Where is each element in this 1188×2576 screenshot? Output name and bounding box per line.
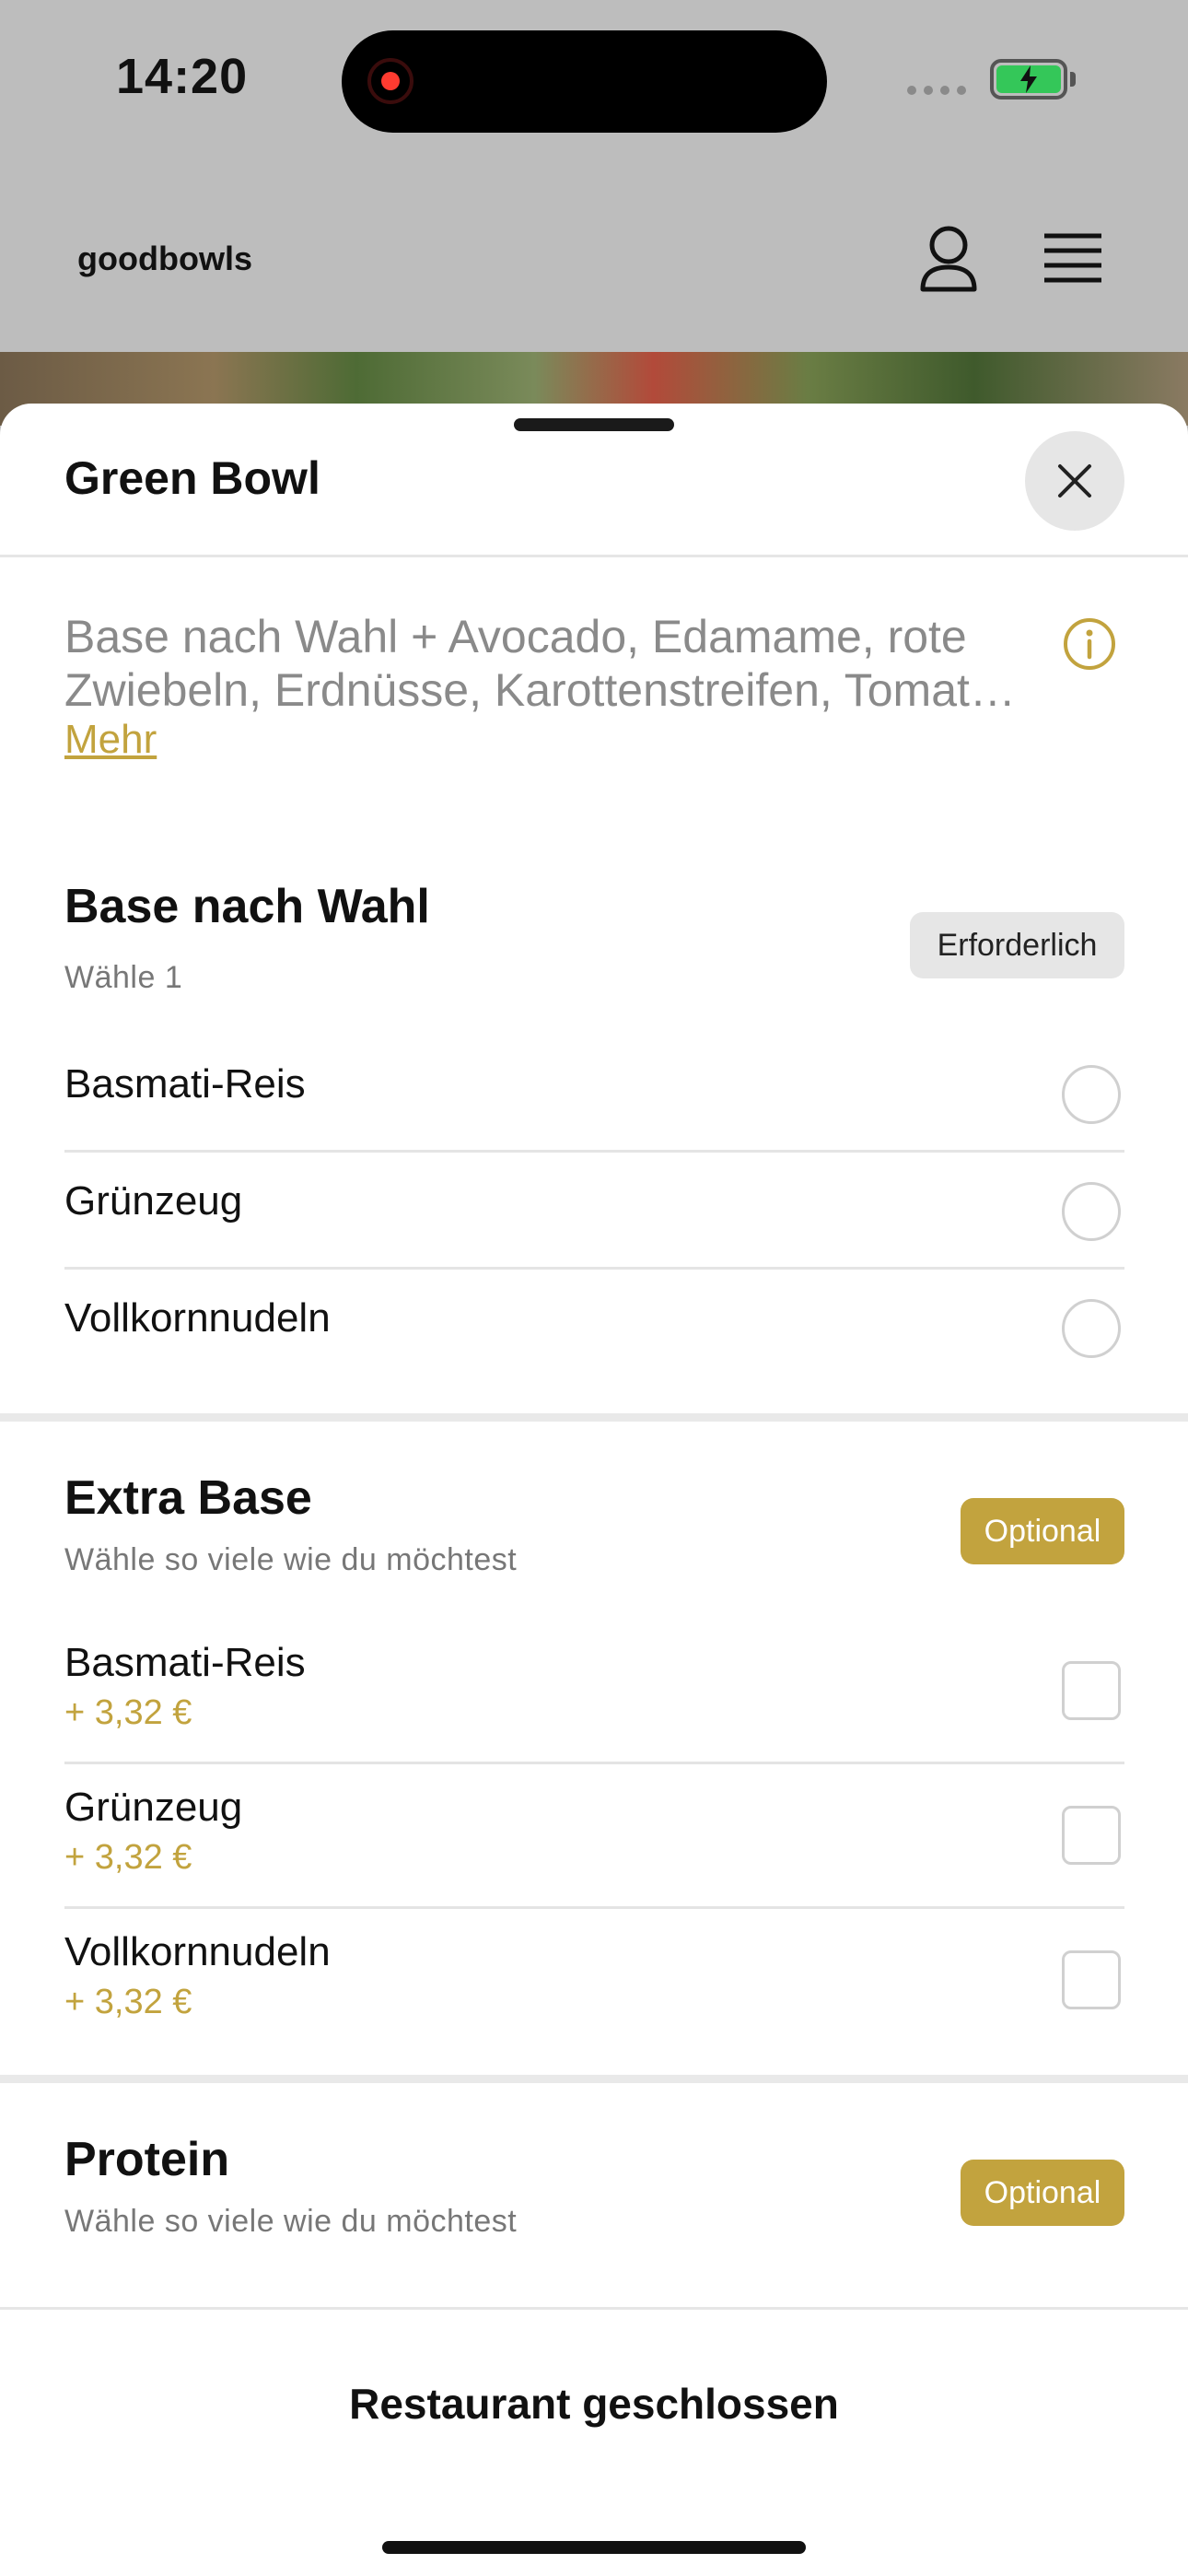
option-label: Vollkornnudeln [64, 1295, 331, 1341]
option-checkbox[interactable] [1062, 1950, 1121, 2009]
option-label: Grünzeug [64, 1785, 243, 1830]
optional-badge: Optional [961, 2160, 1124, 2226]
section-subtitle: Wähle 1 [64, 960, 183, 995]
footer-divider [0, 2307, 1188, 2310]
product-sheet: Green Bowl Base nach Wahl + Avocado, Eda… [0, 404, 1188, 2576]
section-separator [0, 1413, 1188, 1422]
user-icon[interactable] [917, 225, 980, 298]
option-price: + 3,32 € [64, 1693, 192, 1732]
home-indicator[interactable] [382, 2541, 806, 2554]
section-title: Base nach Wahl [64, 880, 430, 933]
more-link[interactable]: Mehr [64, 717, 157, 763]
option-label: Basmati-Reis [64, 1061, 306, 1107]
option-price: + 3,32 € [64, 1838, 192, 1877]
close-icon [1058, 464, 1091, 498]
section-title: Protein [64, 2133, 230, 2186]
signal-icon [907, 86, 966, 95]
option-radio[interactable] [1062, 1065, 1121, 1124]
close-button[interactable] [1025, 431, 1124, 531]
option-checkbox[interactable] [1062, 1661, 1121, 1720]
option-row[interactable]: Grünzeug + 3,32 € [64, 1764, 1124, 1909]
restaurant-status: Restaurant geschlossen [349, 2380, 839, 2428]
battery-cap [1070, 72, 1076, 87]
description-line: Zwiebeln, Erdnüsse, Karottenstreifen, To… [64, 664, 1016, 716]
option-radio[interactable] [1062, 1299, 1121, 1358]
section-subtitle: Wähle so viele wie du möchtest [64, 1542, 518, 1577]
option-row[interactable]: Basmati-Reis [64, 1036, 1124, 1153]
option-row[interactable]: Vollkornnudeln + 3,32 € [64, 1909, 1124, 2054]
record-icon [367, 58, 413, 104]
option-label: Basmati-Reis [64, 1640, 306, 1685]
section-subtitle: Wähle so viele wie du möchtest [64, 2204, 518, 2239]
status-bar: 14:20 [0, 0, 1188, 166]
app-header: goodbowls [0, 166, 1188, 352]
brand-logo[interactable]: goodbowls [77, 240, 252, 278]
product-title: Green Bowl [64, 452, 320, 504]
menu-icon[interactable] [1042, 232, 1103, 288]
status-time: 14:20 [116, 49, 249, 104]
info-icon[interactable] [1062, 616, 1117, 676]
battery-icon [990, 59, 1067, 100]
description-line: Base nach Wahl + Avocado, Edamame, rote [64, 611, 967, 662]
divider [0, 555, 1188, 557]
option-checkbox[interactable] [1062, 1806, 1121, 1865]
option-row[interactable]: Grünzeug [64, 1153, 1124, 1270]
sheet-grabber[interactable] [514, 418, 674, 431]
product-description: Base nach Wahl + Avocado, Edamame, rote … [64, 610, 1050, 717]
section-title: Extra Base [64, 1471, 312, 1525]
option-row[interactable]: Basmati-Reis + 3,32 € [64, 1620, 1124, 1764]
optional-badge: Optional [961, 1498, 1124, 1564]
option-price: + 3,32 € [64, 1983, 192, 2021]
required-badge: Erforderlich [910, 912, 1124, 978]
option-label: Grünzeug [64, 1178, 243, 1224]
option-row[interactable]: Vollkornnudeln [64, 1270, 1124, 1387]
section-separator [0, 2075, 1188, 2083]
option-label: Vollkornnudeln [64, 1929, 331, 1974]
option-radio[interactable] [1062, 1182, 1121, 1241]
dynamic-island [342, 30, 827, 133]
